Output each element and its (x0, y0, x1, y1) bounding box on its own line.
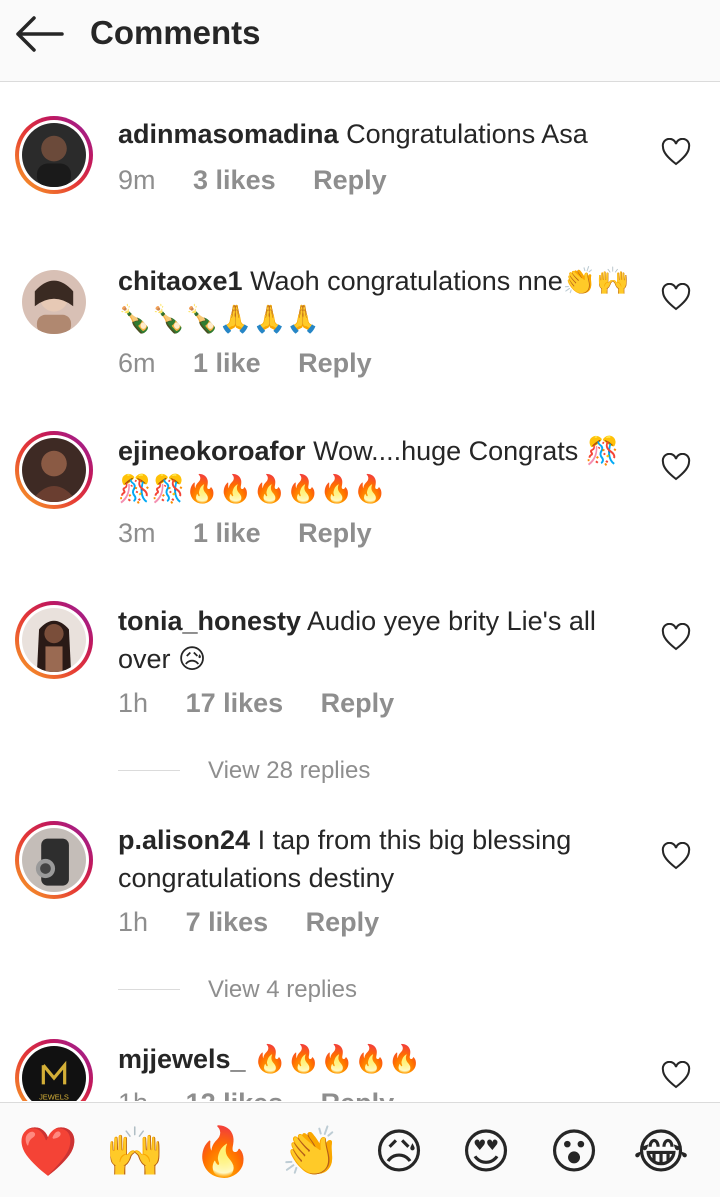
comment-text: ejineokoroafor Wow....huge Congrats 🎊🎊🎊🔥… (118, 432, 638, 508)
comment-meta: 9m 3 likes Reply (118, 163, 417, 197)
reply-button[interactable]: Reply (321, 1088, 395, 1101)
comments-list: adinmasomadina Congratulations Asa 9m 3 … (0, 83, 720, 1101)
comment-time: 1h (118, 1088, 148, 1101)
avatar (22, 270, 86, 334)
heart-icon[interactable] (661, 623, 691, 651)
view-replies-button[interactable]: View 4 replies (118, 975, 518, 1005)
comment-username[interactable]: mjjewels_ (118, 1044, 246, 1074)
comment-username[interactable]: ejineokoroafor (118, 436, 306, 466)
avatar-container[interactable] (15, 263, 93, 341)
reaction-sad[interactable]: 😥 (368, 1121, 430, 1183)
arrow-left-icon (16, 16, 64, 52)
comment-time: 1h (118, 907, 149, 937)
comment-meta: 1h 17 likes Reply (118, 686, 424, 720)
avatar (22, 828, 86, 892)
avatar (22, 438, 86, 502)
avatar-story-ring[interactable] (15, 821, 93, 899)
heart-icon[interactable] (661, 842, 691, 870)
comment-username[interactable]: p.alison24 (118, 825, 250, 855)
heart-icon[interactable] (661, 453, 691, 481)
reply-button[interactable]: Reply (298, 348, 372, 378)
reply-button[interactable]: Reply (321, 688, 395, 718)
comment-time: 9m (118, 165, 156, 195)
reaction-clap[interactable]: 👏 (280, 1121, 342, 1183)
comment-text: chitaoxe1 Waoh congratulations nne👏🙌🍾🍾🍾🙏… (118, 262, 638, 338)
page-title: Comments (90, 14, 261, 51)
comment-body: 🔥🔥🔥🔥🔥 (253, 1044, 422, 1074)
heart-icon[interactable] (661, 138, 691, 166)
divider (118, 989, 180, 990)
avatar: JEWELS (22, 1046, 86, 1101)
comment-time: 1h (118, 688, 149, 718)
reaction-laugh-cry[interactable]: 😂 (630, 1121, 692, 1183)
avatar-story-ring[interactable] (15, 116, 93, 194)
avatar (22, 608, 86, 672)
avatar-story-ring[interactable] (15, 601, 93, 679)
reply-button[interactable]: Reply (298, 518, 372, 548)
comment-time: 3m (118, 518, 156, 548)
comment-text: mjjewels_ 🔥🔥🔥🔥🔥 (118, 1040, 638, 1078)
comment-meta: 1h 12 likes Reply (118, 1086, 424, 1101)
comment-username[interactable]: adinmasomadina (118, 119, 339, 149)
view-replies-label: View 28 replies (208, 757, 371, 784)
comment-text: adinmasomadina Congratulations Asa (118, 115, 638, 153)
reply-button[interactable]: Reply (313, 165, 387, 195)
reaction-fire[interactable]: 🔥 (192, 1121, 254, 1183)
avatar-story-ring[interactable]: JEWELS (15, 1039, 93, 1101)
reaction-heart[interactable]: ❤️ (17, 1121, 79, 1183)
comment-meta: 6m 1 like Reply (118, 346, 402, 380)
comment-likes[interactable]: 3 likes (193, 165, 276, 195)
view-replies-label: View 4 replies (208, 976, 357, 1003)
reaction-heart-eyes[interactable]: 😍 (455, 1121, 517, 1183)
top-bar: Comments (0, 0, 720, 82)
comment-meta: 3m 1 like Reply (118, 516, 402, 550)
comment-likes[interactable]: 17 likes (186, 688, 284, 718)
quick-reaction-bar: ❤️ 🙌 🔥 👏 😥 😍 😮 😂 (0, 1102, 720, 1197)
avatar (22, 123, 86, 187)
comment-text: tonia_honesty Audio yeye brity Lie's all… (118, 602, 638, 678)
reaction-surprised[interactable]: 😮 (543, 1121, 605, 1183)
comment-likes[interactable]: 1 like (193, 518, 261, 548)
comment-likes[interactable]: 7 likes (186, 907, 269, 937)
view-replies-button[interactable]: View 28 replies (118, 756, 518, 786)
logo-text: JEWELS (39, 1092, 69, 1101)
comment-meta: 1h 7 likes Reply (118, 905, 409, 939)
back-button[interactable] (10, 10, 68, 58)
heart-icon[interactable] (661, 1061, 691, 1089)
comment-time: 6m (118, 348, 156, 378)
divider (118, 770, 180, 771)
comment-username[interactable]: chitaoxe1 (118, 266, 243, 296)
heart-icon[interactable] (661, 283, 691, 311)
comment-body: Congratulations Asa (346, 119, 588, 149)
comment-username[interactable]: tonia_honesty (118, 606, 301, 636)
reply-button[interactable]: Reply (306, 907, 380, 937)
comment-text: p.alison24 I tap from this big blessing … (118, 821, 638, 897)
comment-likes[interactable]: 1 like (193, 348, 261, 378)
avatar-story-ring[interactable] (15, 431, 93, 509)
comment-likes[interactable]: 12 likes (186, 1088, 284, 1101)
reaction-raised-hands[interactable]: 🙌 (104, 1121, 166, 1183)
